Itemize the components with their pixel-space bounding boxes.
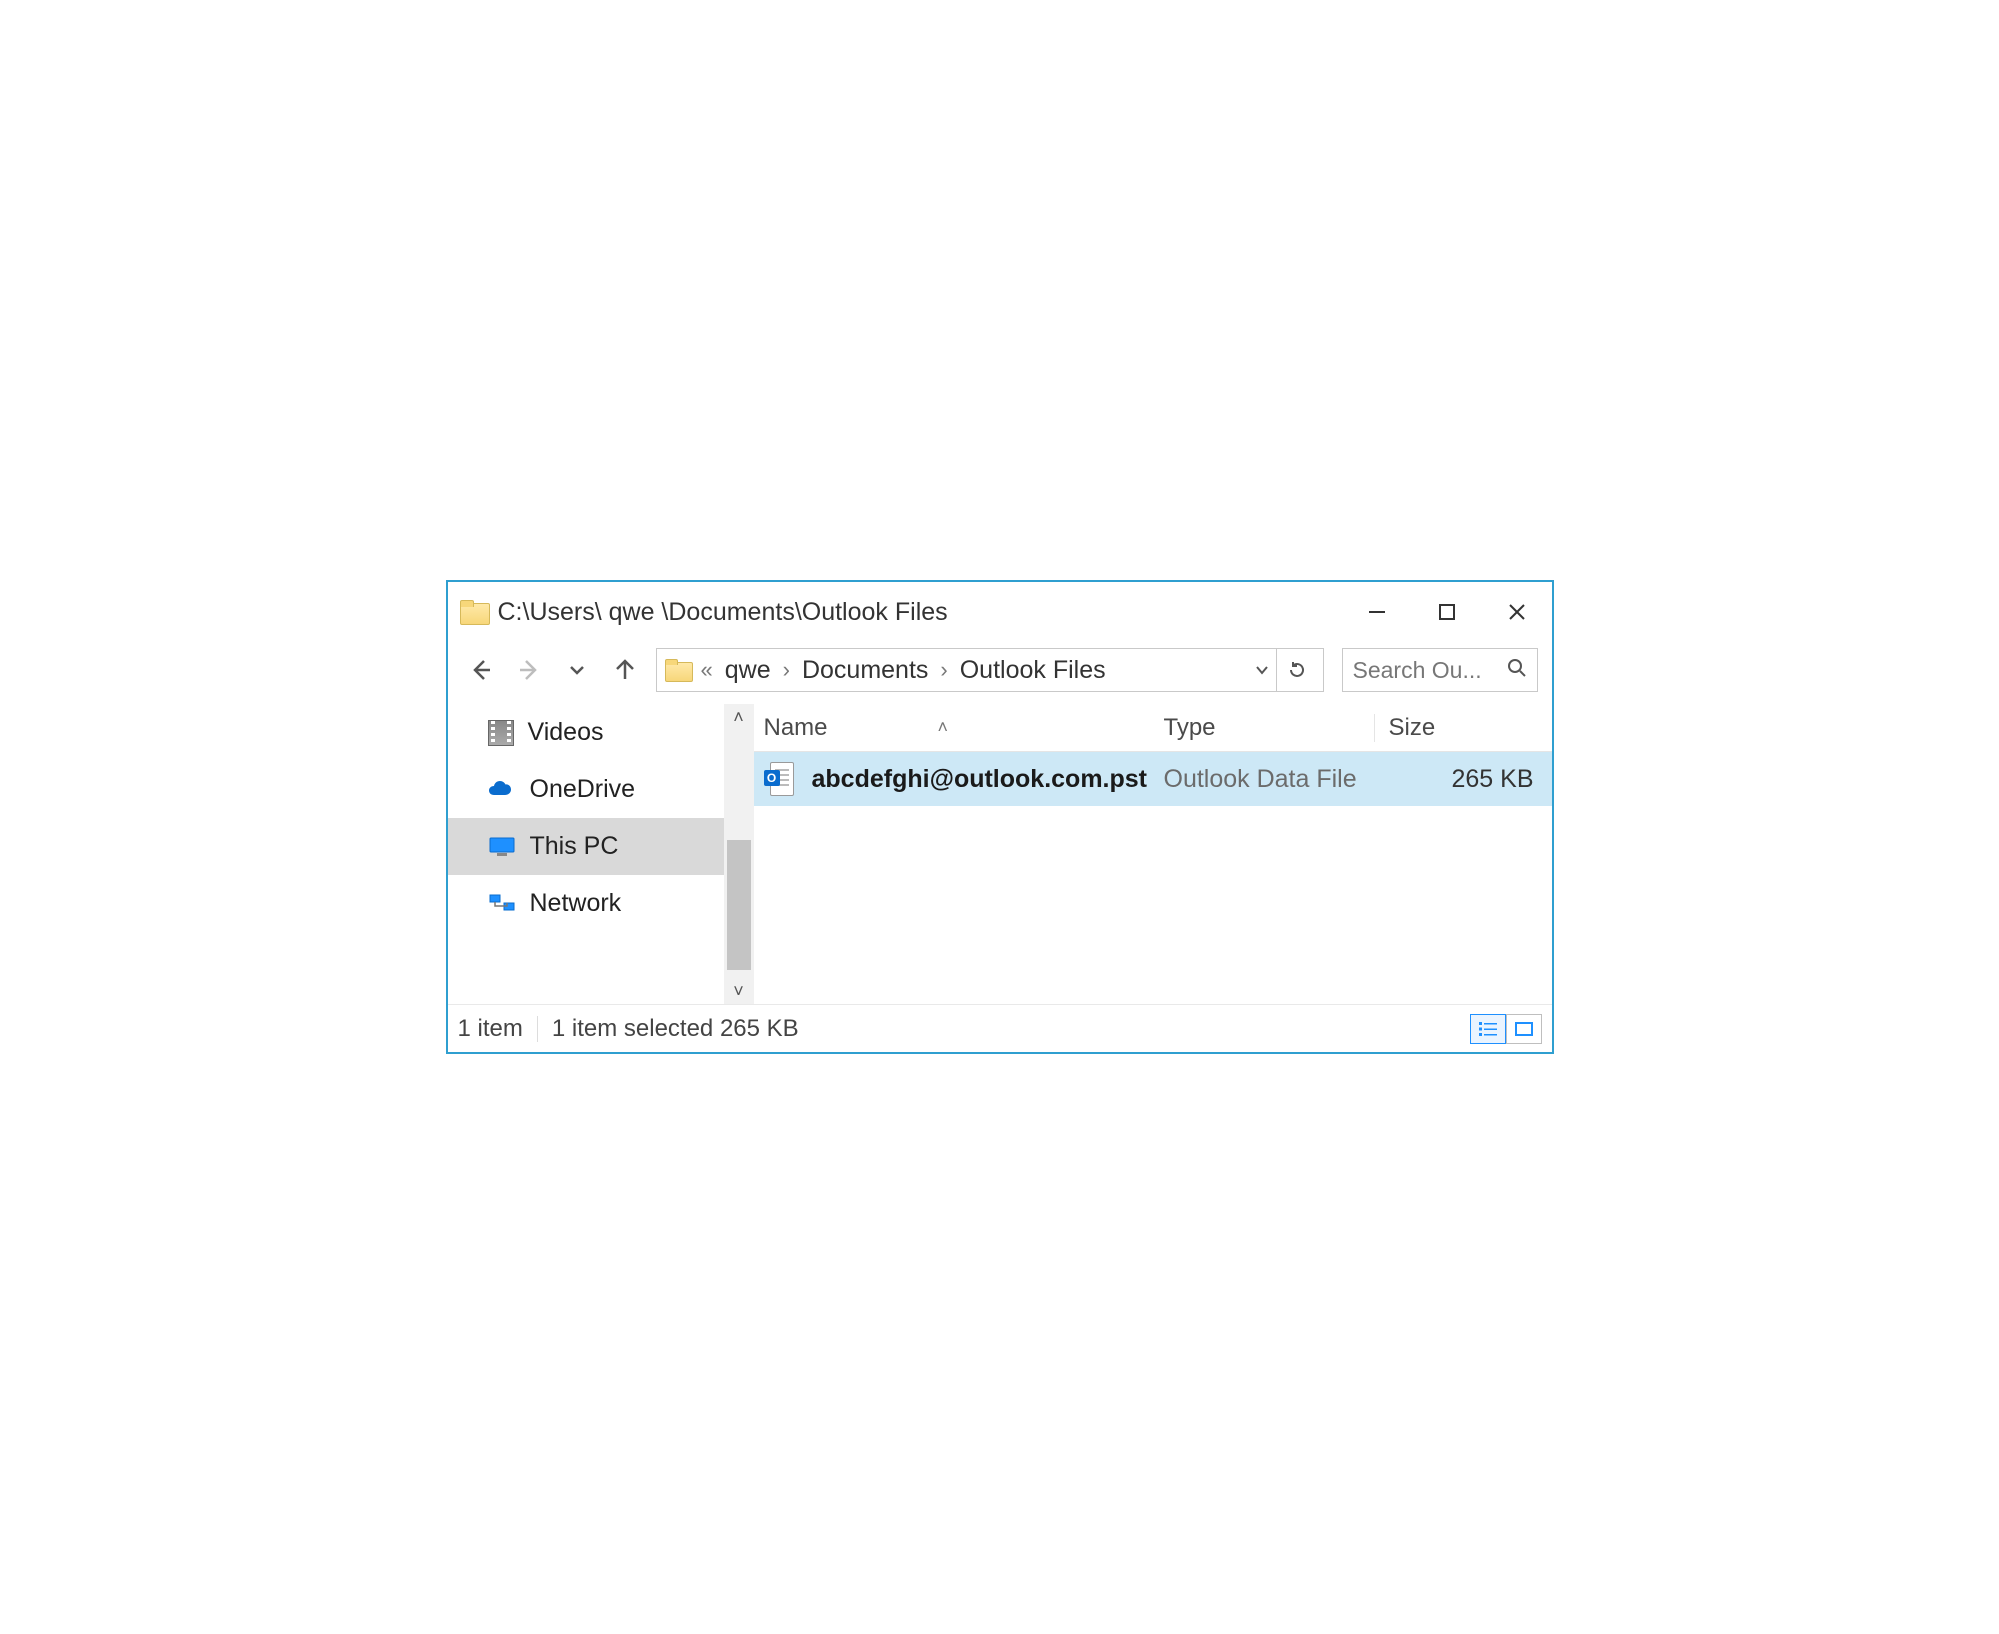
forward-button[interactable] <box>514 655 544 685</box>
close-icon <box>1506 601 1528 623</box>
window-controls <box>1342 582 1552 642</box>
breadcrumb: « qwe › Documents › Outlook Files <box>701 656 1248 685</box>
navigation-pane: Videos OneDrive This PC <box>448 704 754 1004</box>
file-name: abcdefghi@outlook.com.pst <box>812 765 1148 794</box>
network-icon <box>488 893 516 915</box>
window-title: C:\Users\ qwe \Documents\Outlook Files <box>498 598 1342 627</box>
maximize-icon <box>1436 601 1458 623</box>
scroll-thumb[interactable] <box>727 840 751 970</box>
sidebar-item-onedrive[interactable]: OneDrive <box>448 761 724 818</box>
breadcrumb-item[interactable]: Documents <box>802 656 928 685</box>
minimize-button[interactable] <box>1342 582 1412 642</box>
chevron-down-icon[interactable] <box>1254 662 1270 678</box>
column-header-type[interactable]: Type <box>1164 714 1374 742</box>
maximize-button[interactable] <box>1412 582 1482 642</box>
view-details-button[interactable] <box>1470 1014 1506 1044</box>
arrow-left-icon <box>468 657 494 683</box>
close-button[interactable] <box>1482 582 1552 642</box>
chevron-down-icon <box>568 661 586 679</box>
scroll-down-button[interactable]: ˅ <box>724 978 754 1004</box>
status-selection: 1 item selected 265 KB <box>552 1015 799 1043</box>
back-button[interactable] <box>466 655 496 685</box>
column-headers: Name ˄ Type Size <box>754 704 1552 752</box>
column-header-name[interactable]: Name ˄ <box>764 714 1164 742</box>
column-label: Size <box>1389 714 1436 741</box>
thispc-icon <box>488 836 516 858</box>
column-label: Type <box>1164 714 1216 741</box>
sidebar-scrollbar[interactable]: ˄ ˅ <box>724 704 754 1004</box>
outlook-pst-icon: O <box>764 762 794 796</box>
status-item-count: 1 item <box>458 1015 523 1043</box>
divider <box>537 1016 538 1042</box>
folder-icon <box>665 659 691 681</box>
breadcrumb-item[interactable]: qwe <box>725 656 771 685</box>
refresh-button[interactable] <box>1276 649 1317 691</box>
sidebar-item-label: Network <box>530 889 622 918</box>
scroll-track[interactable] <box>724 730 754 978</box>
onedrive-icon <box>488 779 516 801</box>
sidebar-item-thispc[interactable]: This PC <box>448 818 724 875</box>
arrow-up-icon <box>612 657 638 683</box>
explorer-window: C:\Users\ qwe \Documents\Outlook Files <box>446 580 1554 1054</box>
breadcrumb-item[interactable]: Outlook Files <box>960 656 1106 685</box>
search-placeholder: Search Ou... <box>1353 657 1482 684</box>
sidebar-item-label: Videos <box>528 718 604 747</box>
sidebar-item-network[interactable]: Network <box>448 875 724 932</box>
up-button[interactable] <box>610 655 640 685</box>
view-thumbnails-button[interactable] <box>1506 1014 1542 1044</box>
file-type: Outlook Data File <box>1164 765 1374 794</box>
status-bar: 1 item 1 item selected 265 KB <box>448 1004 1552 1052</box>
details-view-icon <box>1478 1021 1498 1037</box>
file-row[interactable]: O abcdefghi@outlook.com.pst Outlook Data… <box>754 752 1552 806</box>
arrow-right-icon <box>516 657 542 683</box>
recent-locations-button[interactable] <box>562 655 592 685</box>
sort-indicator-icon: ˄ <box>938 717 949 738</box>
videos-icon <box>488 720 514 746</box>
titlebar[interactable]: C:\Users\ qwe \Documents\Outlook Files <box>448 582 1552 642</box>
scroll-up-button[interactable]: ˄ <box>724 704 754 730</box>
search-input[interactable]: Search Ou... <box>1342 648 1538 692</box>
file-list: Name ˄ Type Size O abcdefghi@outlook.com… <box>754 704 1552 1004</box>
chevron-right-icon: › <box>783 657 790 683</box>
minimize-icon <box>1366 601 1388 623</box>
navigation-bar: « qwe › Documents › Outlook Files Search… <box>448 642 1552 704</box>
folder-icon <box>460 600 488 624</box>
search-icon <box>1507 657 1527 684</box>
sidebar-item-label: OneDrive <box>530 775 636 804</box>
sidebar-item-label: This PC <box>530 832 619 861</box>
column-header-size[interactable]: Size <box>1374 714 1552 742</box>
address-bar[interactable]: « qwe › Documents › Outlook Files <box>656 648 1324 692</box>
breadcrumb-overflow[interactable]: « <box>701 657 713 683</box>
thumbnails-view-icon <box>1514 1021 1534 1037</box>
file-size: 265 KB <box>1374 765 1552 794</box>
column-label: Name <box>764 714 828 742</box>
view-switcher <box>1470 1014 1542 1044</box>
sidebar-item-videos[interactable]: Videos <box>448 704 724 761</box>
chevron-right-icon: › <box>940 657 947 683</box>
refresh-icon <box>1287 660 1307 680</box>
